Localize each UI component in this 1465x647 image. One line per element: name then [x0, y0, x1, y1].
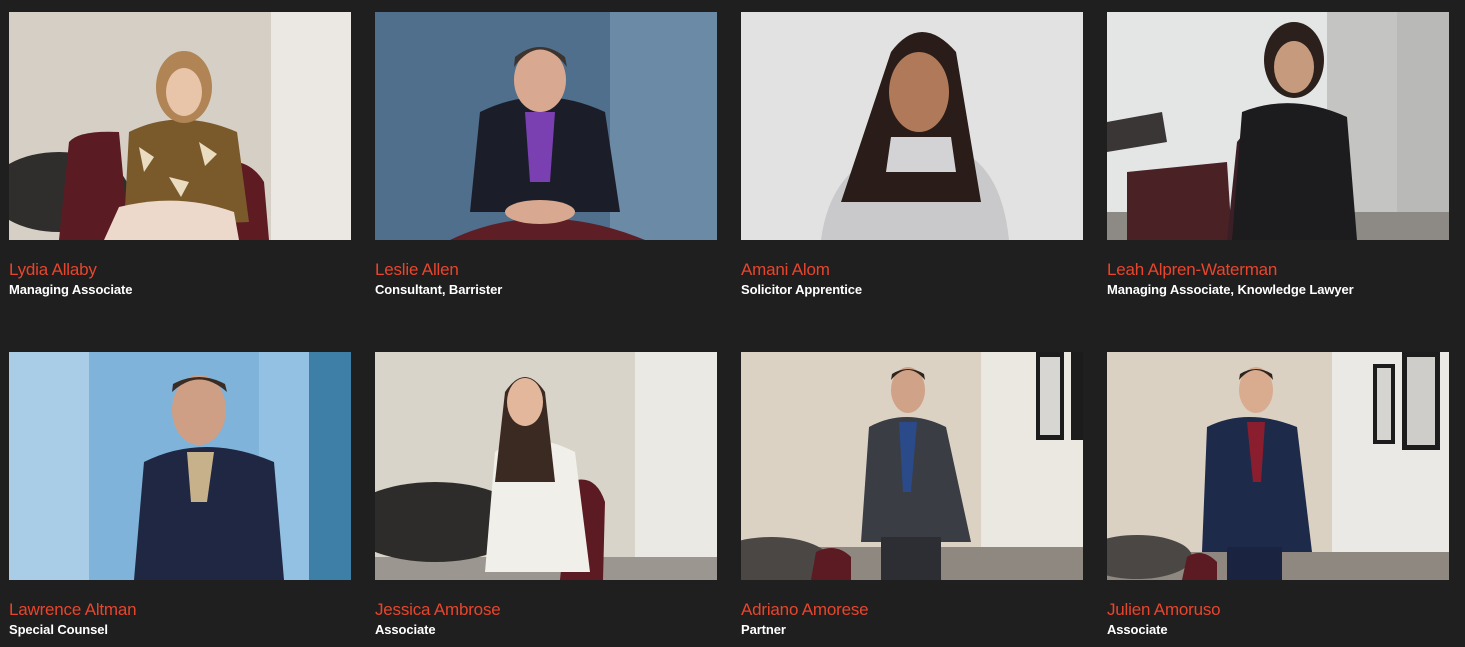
- person-photo[interactable]: [9, 352, 351, 580]
- person-name[interactable]: Leslie Allen: [375, 260, 717, 280]
- person-role: Managing Associate, Knowledge Lawyer: [1107, 282, 1354, 297]
- person-name[interactable]: Adriano Amorese: [741, 600, 1083, 620]
- person-card[interactable]: Adriano Amorese Partner: [741, 352, 1083, 638]
- person-name[interactable]: Jessica Ambrose: [375, 600, 717, 620]
- person-card[interactable]: Julien Amoruso Associate: [1107, 352, 1449, 638]
- person-card[interactable]: Lawrence Altman Special Counsel: [9, 352, 351, 638]
- person-card[interactable]: Lydia Allaby Managing Associate: [9, 12, 351, 298]
- person-role: Managing Associate: [9, 282, 133, 297]
- person-role: Solicitor Apprentice: [741, 282, 863, 297]
- person-photo[interactable]: [1107, 12, 1449, 240]
- person-name[interactable]: Lydia Allaby: [9, 260, 351, 280]
- person-card[interactable]: Leslie Allen Consultant, Barrister: [375, 12, 717, 298]
- person-role: Partner: [741, 622, 786, 637]
- person-role: Associate: [1107, 622, 1168, 637]
- person-photo[interactable]: [1107, 352, 1449, 580]
- person-name[interactable]: Julien Amoruso: [1107, 600, 1449, 620]
- person-photo[interactable]: [375, 12, 717, 240]
- person-photo[interactable]: [741, 352, 1083, 580]
- person-name[interactable]: Amani Alom: [741, 260, 1083, 280]
- person-photo[interactable]: [9, 12, 351, 240]
- person-photo[interactable]: [375, 352, 717, 580]
- person-card[interactable]: Leah Alpren-Waterman Managing Associate,…: [1107, 12, 1449, 298]
- person-role: Consultant, Barrister: [375, 282, 503, 297]
- person-card[interactable]: Amani Alom Solicitor Apprentice: [741, 12, 1083, 298]
- person-role: Special Counsel: [9, 622, 108, 637]
- person-role: Associate: [375, 622, 436, 637]
- person-photo[interactable]: [741, 12, 1083, 240]
- people-grid: Lydia Allaby Managing Associate Leslie A…: [0, 0, 1465, 647]
- person-name[interactable]: Lawrence Altman: [9, 600, 351, 620]
- person-name[interactable]: Leah Alpren-Waterman: [1107, 260, 1449, 280]
- person-card[interactable]: Jessica Ambrose Associate: [375, 352, 717, 638]
